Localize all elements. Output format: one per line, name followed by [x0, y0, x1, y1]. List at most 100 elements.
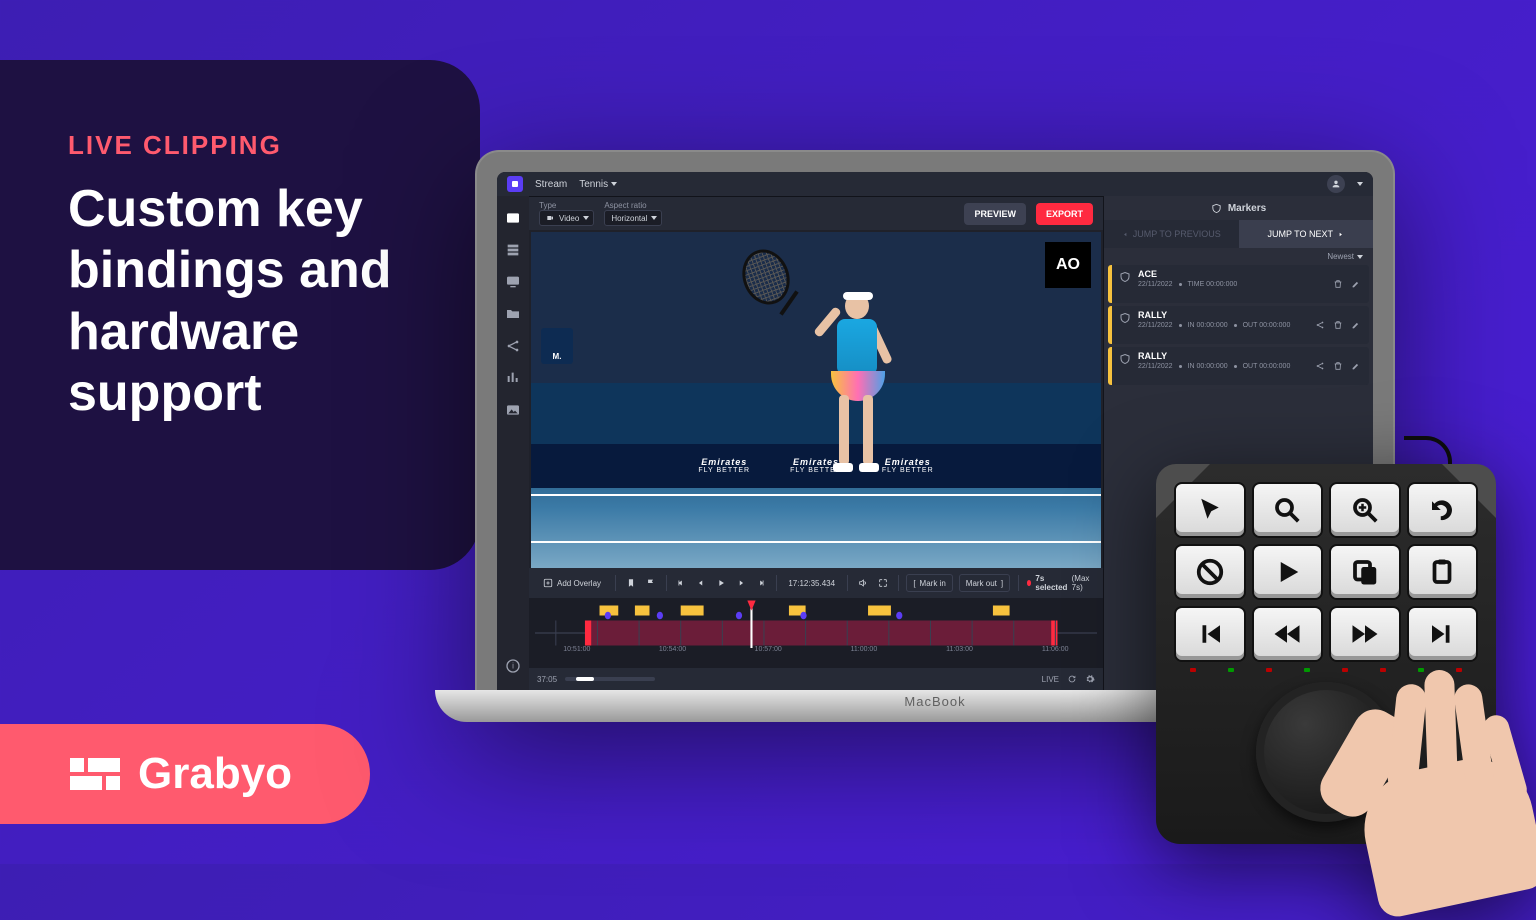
markers-sort[interactable]: Newest [1104, 248, 1373, 265]
shield-icon [1112, 306, 1138, 344]
type-label: Type [539, 201, 594, 210]
hardware-keypad [1156, 464, 1496, 844]
chevron-down-icon [1357, 255, 1363, 259]
match-chip: M. [541, 328, 573, 364]
ruler-tick: 10:54:00 [625, 646, 721, 658]
add-overlay-label: Add Overlay [557, 579, 601, 588]
frame-back-button[interactable] [694, 574, 708, 592]
rail-image-icon[interactable] [505, 402, 521, 418]
user-menu[interactable] [1327, 175, 1345, 193]
sponsor-sub: FLY BETTER [698, 467, 750, 474]
key-zoom-in[interactable] [1329, 482, 1401, 538]
rail-output-icon[interactable] [505, 274, 521, 290]
video-viewport[interactable]: EmiratesFLY BETTER EmiratesFLY BETTER Em… [531, 232, 1101, 568]
marker-add-button[interactable] [624, 574, 638, 592]
key-skip-back[interactable] [1174, 606, 1246, 662]
selection-length: 7s selected [1035, 574, 1067, 592]
refresh-icon[interactable] [1067, 674, 1077, 684]
forward-icon [1350, 619, 1380, 649]
selection-info: 7s selected (Max 7s) [1027, 574, 1095, 592]
marker-item[interactable]: RALLY22/11/2022IN 00:00:000OUT 00:00:000 [1108, 347, 1369, 385]
edit-icon[interactable] [1351, 320, 1361, 330]
keypad-keys [1174, 482, 1478, 662]
add-overlay-button[interactable]: Add Overlay [537, 574, 607, 592]
edit-icon[interactable] [1351, 279, 1361, 289]
flag-button[interactable] [644, 574, 658, 592]
rail-clip-icon[interactable] [505, 210, 521, 226]
share-icon[interactable] [1315, 320, 1325, 330]
side-rail: i [497, 196, 529, 690]
svg-text:i: i [512, 662, 514, 671]
type-control: Type Video [539, 201, 594, 226]
playhead-timecode: 17:12:35.434 [784, 579, 839, 588]
rail-share-icon[interactable] [505, 338, 521, 354]
play-button[interactable] [714, 574, 728, 592]
trash-icon[interactable] [1333, 320, 1343, 330]
undo-icon [1427, 495, 1457, 525]
mark-in-button[interactable]: [Mark in [906, 574, 952, 592]
preview-button[interactable]: PREVIEW [964, 203, 1026, 225]
share-icon[interactable] [1315, 361, 1325, 371]
markers-header: Markers [1104, 196, 1373, 220]
export-button[interactable]: EXPORT [1036, 203, 1093, 225]
key-copy[interactable] [1329, 544, 1401, 600]
trash-icon[interactable] [1333, 279, 1343, 289]
jump-previous-button[interactable]: JUMP TO PREVIOUS [1104, 220, 1239, 248]
fullscreen-button[interactable] [876, 574, 890, 592]
aspect-label: Aspect ratio [604, 201, 662, 210]
marker-item[interactable]: ACE22/11/2022TIME 00:00:000 [1108, 265, 1369, 303]
key-zoom[interactable] [1252, 482, 1324, 538]
rail-stats-icon[interactable] [505, 370, 521, 386]
stream-context-dropdown[interactable]: Tennis [579, 179, 617, 190]
zoom-in-icon [1350, 495, 1380, 525]
record-dot-icon [1027, 580, 1031, 586]
volume-button[interactable] [856, 574, 870, 592]
key-rewind[interactable] [1252, 606, 1324, 662]
stream-context-value: Tennis [579, 179, 608, 190]
key-play[interactable] [1252, 544, 1324, 600]
ruler-tick: 11:06:00 [1007, 646, 1103, 658]
key-undo[interactable] [1407, 482, 1479, 538]
mark-out-label: Mark out [966, 579, 997, 588]
rail-help-icon[interactable]: i [505, 658, 521, 674]
key-paste[interactable] [1407, 544, 1479, 600]
key-cursor[interactable] [1174, 482, 1246, 538]
editor-area: Type Video Aspect ratio Horizontal [529, 196, 1103, 690]
jump-next-button[interactable]: JUMP TO NEXT [1239, 220, 1374, 248]
copy-icon [1350, 557, 1380, 587]
zoom-icon [1272, 495, 1302, 525]
video-icon [546, 214, 554, 222]
skip-forward-icon [1427, 619, 1457, 649]
timeline[interactable]: 10:51:00 10:54:00 10:57:00 11:00:00 11:0… [529, 598, 1103, 668]
rail-library-icon[interactable] [505, 242, 521, 258]
brand-name: Grabyo [138, 749, 292, 799]
play-icon [1272, 557, 1302, 587]
marker-item[interactable]: RALLY22/11/2022IN 00:00:000OUT 00:00:000 [1108, 306, 1369, 344]
app-logo-icon[interactable] [507, 176, 523, 192]
buffer-bar[interactable] [565, 677, 655, 681]
key-skip-forward[interactable] [1407, 606, 1479, 662]
step-forward-button[interactable] [754, 574, 768, 592]
aspect-control: Aspect ratio Horizontal [604, 201, 662, 226]
settings-icon[interactable] [1085, 674, 1095, 684]
rail-folder-icon[interactable] [505, 306, 521, 322]
timeline-ruler: 10:51:00 10:54:00 10:57:00 11:00:00 11:0… [529, 646, 1103, 658]
shield-icon [1112, 265, 1138, 303]
key-forward[interactable] [1329, 606, 1401, 662]
aspect-dropdown[interactable]: Horizontal [604, 210, 662, 226]
edit-icon[interactable] [1351, 361, 1361, 371]
frame-forward-button[interactable] [734, 574, 748, 592]
type-dropdown[interactable]: Video [539, 210, 594, 226]
tennis-player [793, 259, 913, 489]
key-cancel[interactable] [1174, 544, 1246, 600]
marker-title: RALLY [1138, 351, 1315, 361]
mark-out-button[interactable]: Mark out] [959, 574, 1010, 592]
marker-title: RALLY [1138, 310, 1315, 320]
sort-label: Newest [1327, 252, 1354, 261]
ruler-tick: 10:57:00 [720, 646, 816, 658]
promo-panel: LIVE CLIPPING Custom key bindings and ha… [0, 60, 480, 570]
chevron-down-icon [611, 182, 617, 186]
trash-icon[interactable] [1333, 361, 1343, 371]
step-back-button[interactable] [674, 574, 688, 592]
promo-headline: Custom key bindings and hardware support [68, 179, 430, 424]
